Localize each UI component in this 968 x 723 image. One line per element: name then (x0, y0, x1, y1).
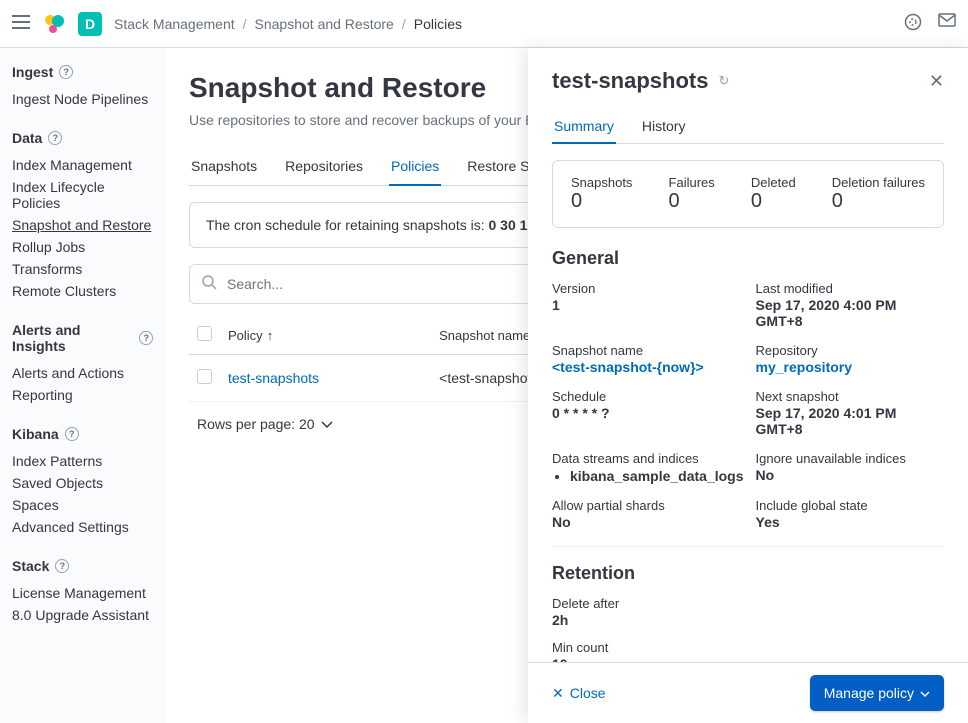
next-snapshot-label: Next snapshot (756, 389, 944, 404)
version-value: 1 (552, 297, 744, 313)
data-streams-label: Data streams and indices (552, 451, 744, 466)
repository-link[interactable]: my_repository (756, 359, 944, 375)
manage-policy-button[interactable]: Manage policy (810, 675, 944, 711)
include-global-value: Yes (756, 514, 944, 530)
search-icon (202, 275, 217, 293)
min-count-label: Min count (552, 640, 944, 655)
breadcrumb: Stack Management / Snapshot and Restore … (114, 16, 462, 32)
allow-partial-value: No (552, 514, 744, 530)
close-icon[interactable]: ✕ (929, 71, 944, 92)
sidebar-group-title: Alerts and Insights ? (12, 322, 153, 354)
schedule-label: Schedule (552, 389, 744, 404)
sidebar-item[interactable]: Index Patterns (12, 450, 153, 472)
ignore-unavailable-value: No (756, 467, 944, 483)
space-avatar[interactable]: D (78, 12, 102, 36)
allow-partial-label: Allow partial shards (552, 498, 744, 513)
sidebar-item[interactable]: Rollup Jobs (12, 236, 153, 258)
sidebar-item[interactable]: Index Management (12, 154, 153, 176)
newsfeed-icon[interactable] (904, 13, 922, 34)
tab[interactable]: Policies (389, 148, 441, 186)
select-all-checkbox[interactable] (197, 326, 212, 341)
stat-item: Deleted0 (751, 175, 796, 213)
repository-label: Repository (756, 343, 944, 358)
flyout-tabs: Summary History (552, 110, 944, 144)
stats-panel: Snapshots0 Failures0 Deleted0 Deletion fail… (552, 160, 944, 228)
sidebar-item[interactable]: 8.0 Upgrade Assistant (12, 604, 153, 626)
sort-asc-icon: ↑ (267, 328, 274, 343)
include-global-label: Include global state (756, 498, 944, 513)
delete-after-label: Delete after (552, 596, 944, 611)
tab[interactable]: Repositories (283, 148, 365, 185)
snapshot-name-link[interactable]: <test-snapshot-{now}> (552, 359, 744, 375)
sidebar-item[interactable]: Advanced Settings (12, 516, 153, 538)
info-icon[interactable]: ? (55, 559, 69, 573)
schedule-value: 0 * * * * ? (552, 405, 744, 421)
data-stream-item: kibana_sample_data_logs (570, 468, 744, 484)
sidebar-group-title: Ingest ? (12, 64, 153, 80)
flyout-title: test-snapshots (552, 68, 708, 94)
row-checkbox[interactable] (197, 369, 212, 384)
policy-flyout: test-snapshots ↻ ✕ Summary History Snapsh… (528, 48, 968, 723)
sidebar-group-title: Data ? (12, 130, 153, 146)
last-modified-value: Sep 17, 2020 4:00 PM GMT+8 (756, 297, 944, 329)
snapshot-name-label: Snapshot name (552, 343, 744, 358)
tab[interactable]: Snapshots (189, 148, 259, 185)
info-icon[interactable]: ? (48, 131, 62, 145)
info-icon[interactable]: ? (65, 427, 79, 441)
sidebar-item[interactable]: Snapshot and Restore (12, 214, 153, 236)
sidebar-item[interactable]: Ingest Node Pipelines (12, 88, 153, 110)
elastic-logo-icon[interactable] (42, 12, 66, 36)
chevron-down-icon (920, 685, 930, 701)
sidebar-item[interactable]: Reporting (12, 384, 153, 406)
breadcrumb-current: Policies (414, 16, 462, 32)
mail-icon[interactable] (938, 13, 956, 34)
sidebar-item[interactable]: Alerts and Actions (12, 362, 153, 384)
menu-icon[interactable] (12, 15, 30, 32)
close-x-icon: ✕ (552, 685, 564, 702)
sidebar-item[interactable]: Transforms (12, 258, 153, 280)
stat-item: Failures0 (669, 175, 715, 213)
sidebar-item[interactable]: License Management (12, 582, 153, 604)
info-icon[interactable]: ? (59, 65, 73, 79)
refresh-icon[interactable]: ↻ (718, 73, 729, 89)
sidebar-item[interactable]: Saved Objects (12, 472, 153, 494)
topbar: D Stack Management / Snapshot and Restor… (0, 0, 968, 48)
stat-item: Snapshots0 (571, 175, 632, 213)
breadcrumb-item[interactable]: Snapshot and Restore (255, 16, 394, 32)
ignore-unavailable-label: Ignore unavailable indices (756, 451, 944, 466)
breadcrumb-item[interactable]: Stack Management (114, 16, 235, 32)
info-icon[interactable]: ? (139, 331, 153, 345)
chevron-down-icon (321, 416, 333, 432)
col-policy[interactable]: Policy↑ (220, 316, 431, 355)
last-modified-label: Last modified (756, 281, 944, 296)
sidebar-item[interactable]: Spaces (12, 494, 153, 516)
version-label: Version (552, 281, 744, 296)
close-button[interactable]: ✕ Close (552, 685, 606, 702)
sidebar: Ingest ? Ingest Node Pipelines Data ? Index… (0, 48, 165, 723)
sidebar-group-title: Kibana ? (12, 426, 153, 442)
stat-item: Deletion failures0 (832, 175, 925, 213)
delete-after-value: 2h (552, 612, 944, 628)
flyout-tab[interactable]: History (640, 110, 688, 143)
sidebar-item[interactable]: Remote Clusters (12, 280, 153, 302)
general-heading: General (552, 248, 944, 269)
next-snapshot-value: Sep 17, 2020 4:01 PM GMT+8 (756, 405, 944, 437)
retention-heading: Retention (552, 563, 944, 584)
sidebar-item[interactable]: Index Lifecycle Policies (12, 176, 153, 214)
sidebar-group-title: Stack ? (12, 558, 153, 574)
policy-link[interactable]: test-snapshots (228, 370, 319, 386)
flyout-tab[interactable]: Summary (552, 110, 616, 144)
